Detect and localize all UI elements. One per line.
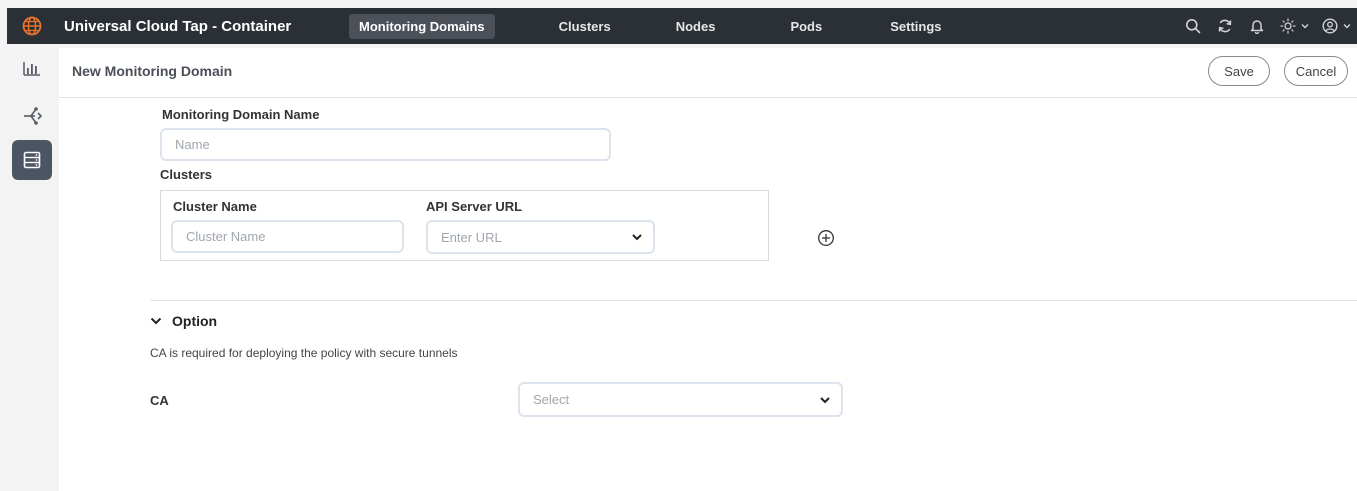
chevron-down-icon [632, 234, 642, 241]
sidebar-item-network[interactable] [12, 95, 52, 135]
page-header: New Monitoring Domain Save Cancel [59, 48, 1357, 98]
server-icon [23, 151, 41, 169]
sidebar-item-dashboard[interactable] [12, 48, 52, 88]
option-label: Option [172, 313, 218, 329]
chevron-down-icon [1301, 24, 1309, 29]
api-server-url-select[interactable]: Enter URL [426, 220, 655, 254]
domain-name-input[interactable]: Name [160, 128, 611, 161]
clusters-label: Clusters [160, 167, 213, 182]
app-title: Universal Cloud Tap - Container [64, 17, 292, 35]
top-bar: Universal Cloud Tap - Container Monitori… [0, 0, 1357, 48]
sidebar [0, 48, 59, 491]
domain-name-label: Monitoring Domain Name [162, 107, 320, 122]
option-section-toggle[interactable]: Option [150, 313, 217, 329]
ca-label: CA [150, 393, 169, 408]
add-cluster-icon[interactable] [817, 229, 835, 247]
nav-settings[interactable]: Settings [880, 14, 951, 39]
network-icon [24, 107, 43, 125]
domain-name-placeholder: Name [175, 137, 210, 152]
bar-chart-icon [23, 62, 40, 76]
search-button[interactable] [1177, 8, 1209, 44]
page-title: New Monitoring Domain [72, 63, 233, 79]
api-server-url-label: API Server URL [426, 199, 523, 214]
top-icon-group [1177, 8, 1357, 44]
sun-icon [1280, 18, 1296, 34]
option-help-text: CA is required for deploying the policy … [150, 346, 458, 360]
chevron-down-icon [1343, 24, 1351, 29]
api-server-url-placeholder: Enter URL [441, 229, 502, 245]
globe-icon [22, 16, 42, 36]
cancel-button[interactable]: Cancel [1284, 56, 1348, 86]
app-logo[interactable] [7, 8, 57, 44]
nav-pods[interactable]: Pods [780, 14, 832, 39]
nav-nodes[interactable]: Nodes [666, 14, 726, 39]
nav-monitoring-domains[interactable]: Monitoring Domains [349, 13, 495, 39]
ca-placeholder: Select [533, 392, 570, 407]
search-icon [1186, 19, 1201, 34]
save-button[interactable]: Save [1208, 56, 1270, 86]
ca-select[interactable]: Select [518, 382, 843, 417]
cluster-name-placeholder: Cluster Name [186, 229, 266, 244]
notifications-button[interactable] [1241, 8, 1273, 44]
refresh-icon [1218, 19, 1232, 33]
main-nav: Monitoring Domains Clusters Nodes Pods S… [349, 8, 952, 44]
chevron-down-icon [820, 396, 830, 403]
section-divider [150, 300, 1357, 301]
chevron-down-icon [150, 317, 162, 325]
user-menu[interactable] [1317, 8, 1357, 44]
cluster-name-label: Cluster Name [173, 199, 257, 214]
top-nav-bar: Universal Cloud Tap - Container Monitori… [7, 8, 1357, 44]
sidebar-item-servers[interactable] [12, 140, 52, 180]
nav-clusters[interactable]: Clusters [549, 14, 621, 39]
refresh-button[interactable] [1209, 8, 1241, 44]
cluster-name-input[interactable]: Cluster Name [171, 220, 404, 253]
user-icon [1322, 18, 1338, 34]
bell-icon [1250, 20, 1264, 34]
theme-toggle[interactable] [1273, 8, 1317, 44]
